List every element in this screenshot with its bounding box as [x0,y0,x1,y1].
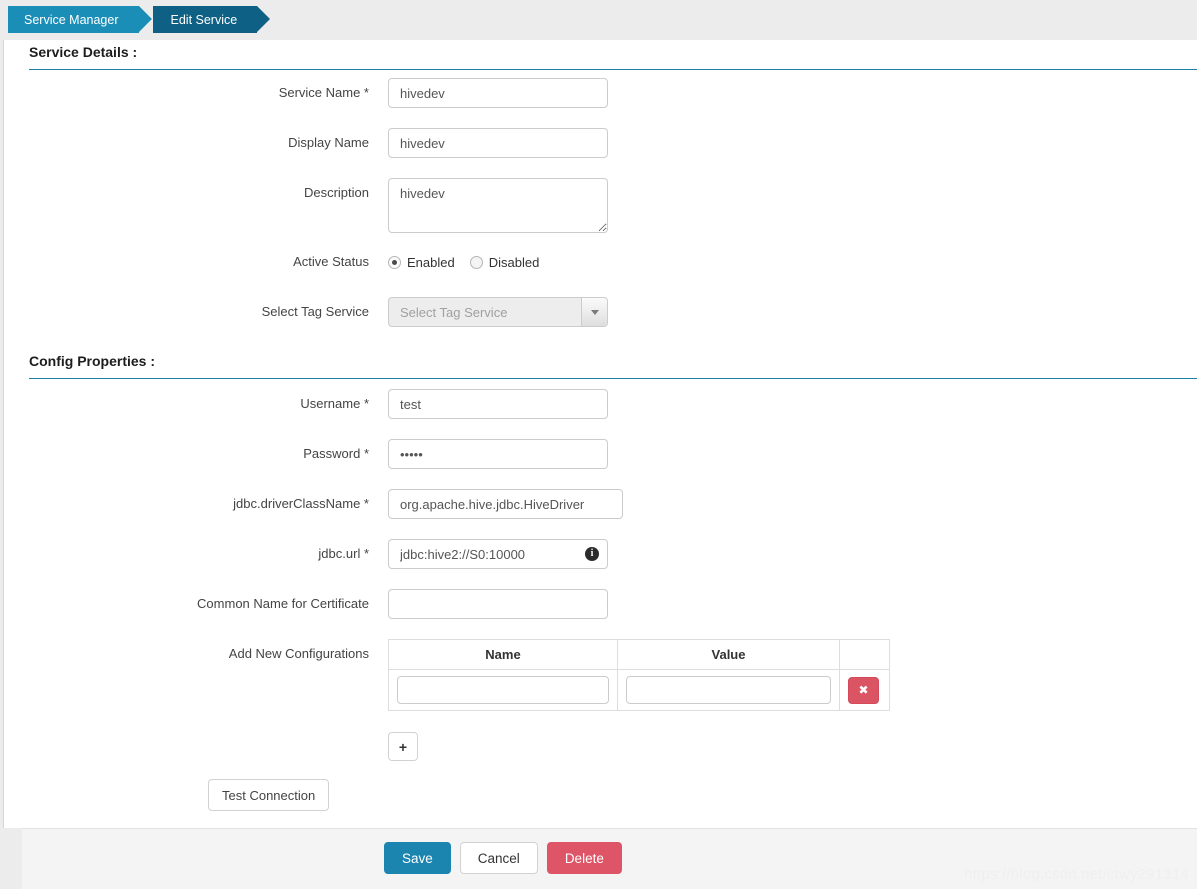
close-icon: ✖ [858,682,869,697]
password-control [388,439,608,469]
common-name-input[interactable] [388,589,608,619]
delete-button[interactable]: Delete [546,842,622,874]
jdbc-url-label: jdbc.url * [318,546,369,561]
section-header-service-details: Service Details : [29,44,1197,70]
footer-actions: Save Cancel Delete [384,842,622,874]
breadcrumb-item-label: Service Manager [24,12,119,27]
form-row-tag-service: Select Tag Service Select Tag Service [4,297,1197,327]
column-header-actions [839,639,890,670]
cancel-button[interactable]: Cancel [459,842,538,874]
add-new-configurations-control: Name Value ✖ [388,639,890,711]
form-row-display-name: Display Name [4,128,1197,158]
section-title: Service Details : [29,44,138,60]
test-connection-button[interactable]: Test Connection [208,779,330,811]
config-name-input[interactable] [397,676,609,704]
content-panel: Service Details : Service Name * Display… [3,40,1197,828]
add-config-row-button[interactable]: + [388,732,418,761]
jdbc-url-input[interactable] [388,539,608,569]
driver-class-name-label: jdbc.driverClassName * [233,496,369,511]
description-textarea[interactable] [388,178,608,233]
username-label: Username * [300,396,369,411]
password-input[interactable] [388,439,608,469]
form-row-password: Password * [4,439,1197,469]
form-row-jdbc-url: jdbc.url * i [4,539,1197,569]
form-row-description: Description [4,178,1197,236]
column-header-value: Value [617,639,840,670]
username-control [388,389,608,419]
add-config-control: + [388,732,418,761]
form-row-driver-class-name: jdbc.driverClassName * [4,489,1197,519]
chevron-down-icon[interactable] [581,298,607,326]
active-status-label: Active Status [293,254,369,269]
service-name-input[interactable] [388,78,608,108]
footer-bar: Save Cancel Delete [22,828,1197,889]
table-header-row: Name Value [388,639,890,670]
breadcrumb-item-service-manager[interactable]: Service Manager [8,6,151,33]
radio-disabled-indicator[interactable] [469,255,483,269]
config-name-cell [388,669,618,711]
test-connection-control: Test Connection [208,779,330,811]
tag-service-control: Select Tag Service [388,297,608,327]
form-row-add-button: + [4,732,1197,762]
form-row-add-new-configurations: Add New Configurations Name Value ✖ [4,639,1197,711]
password-label: Password * [303,446,369,461]
radio-option-disabled[interactable]: Disabled [469,254,540,270]
config-value-cell [617,669,840,711]
display-name-label: Display Name [288,135,369,150]
driver-class-name-input[interactable] [388,489,623,519]
tag-service-select[interactable]: Select Tag Service [388,297,608,327]
breadcrumb-item-label: Edit Service [170,12,238,27]
breadcrumb: Service Manager Edit Service [8,6,270,33]
config-actions-cell: ✖ [839,669,890,711]
jdbc-url-control: i [388,539,608,569]
form-row-username: Username * [4,389,1197,419]
service-name-label: Service Name * [278,85,369,100]
display-name-input[interactable] [388,128,608,158]
form-row-test-connection: Test Connection [4,779,1197,811]
form-row-service-name: Service Name * [4,78,1197,108]
save-button[interactable]: Save [384,842,451,874]
configurations-table: Name Value ✖ [388,639,890,711]
form-row-active-status: Active Status Enabled Disabled [4,247,1197,277]
add-new-configurations-label: Add New Configurations [228,646,369,661]
driver-class-name-control [388,489,623,519]
column-header-name: Name [388,639,618,670]
description-label: Description [303,185,369,200]
delete-config-row-button[interactable]: ✖ [848,676,879,704]
section-title: Config Properties : [29,353,156,369]
table-row: ✖ [388,669,890,711]
tag-service-label: Select Tag Service [261,304,369,319]
active-status-control: Enabled Disabled [388,247,539,277]
config-value-input[interactable] [626,676,831,704]
radio-option-enabled[interactable]: Enabled [388,255,455,270]
common-name-label: Common Name for Certificate [197,596,369,611]
radio-enabled-label: Enabled [407,254,455,270]
description-control [388,178,608,238]
radio-enabled-indicator[interactable] [388,255,401,269]
edit-service-page: Service Manager Edit Service Service Det… [0,0,1197,889]
breadcrumb-bar: Service Manager Edit Service [0,0,1197,40]
common-name-control [388,589,608,619]
tag-service-placeholder: Select Tag Service [400,304,508,320]
info-icon[interactable]: i [585,547,599,561]
username-input[interactable] [388,389,608,419]
display-name-control [388,128,608,158]
service-name-control [388,78,608,108]
radio-disabled-label: Disabled [488,254,540,270]
breadcrumb-item-edit-service[interactable]: Edit Service [138,6,270,33]
form-row-common-name: Common Name for Certificate [4,589,1197,619]
section-header-config-properties: Config Properties : [29,353,1197,379]
